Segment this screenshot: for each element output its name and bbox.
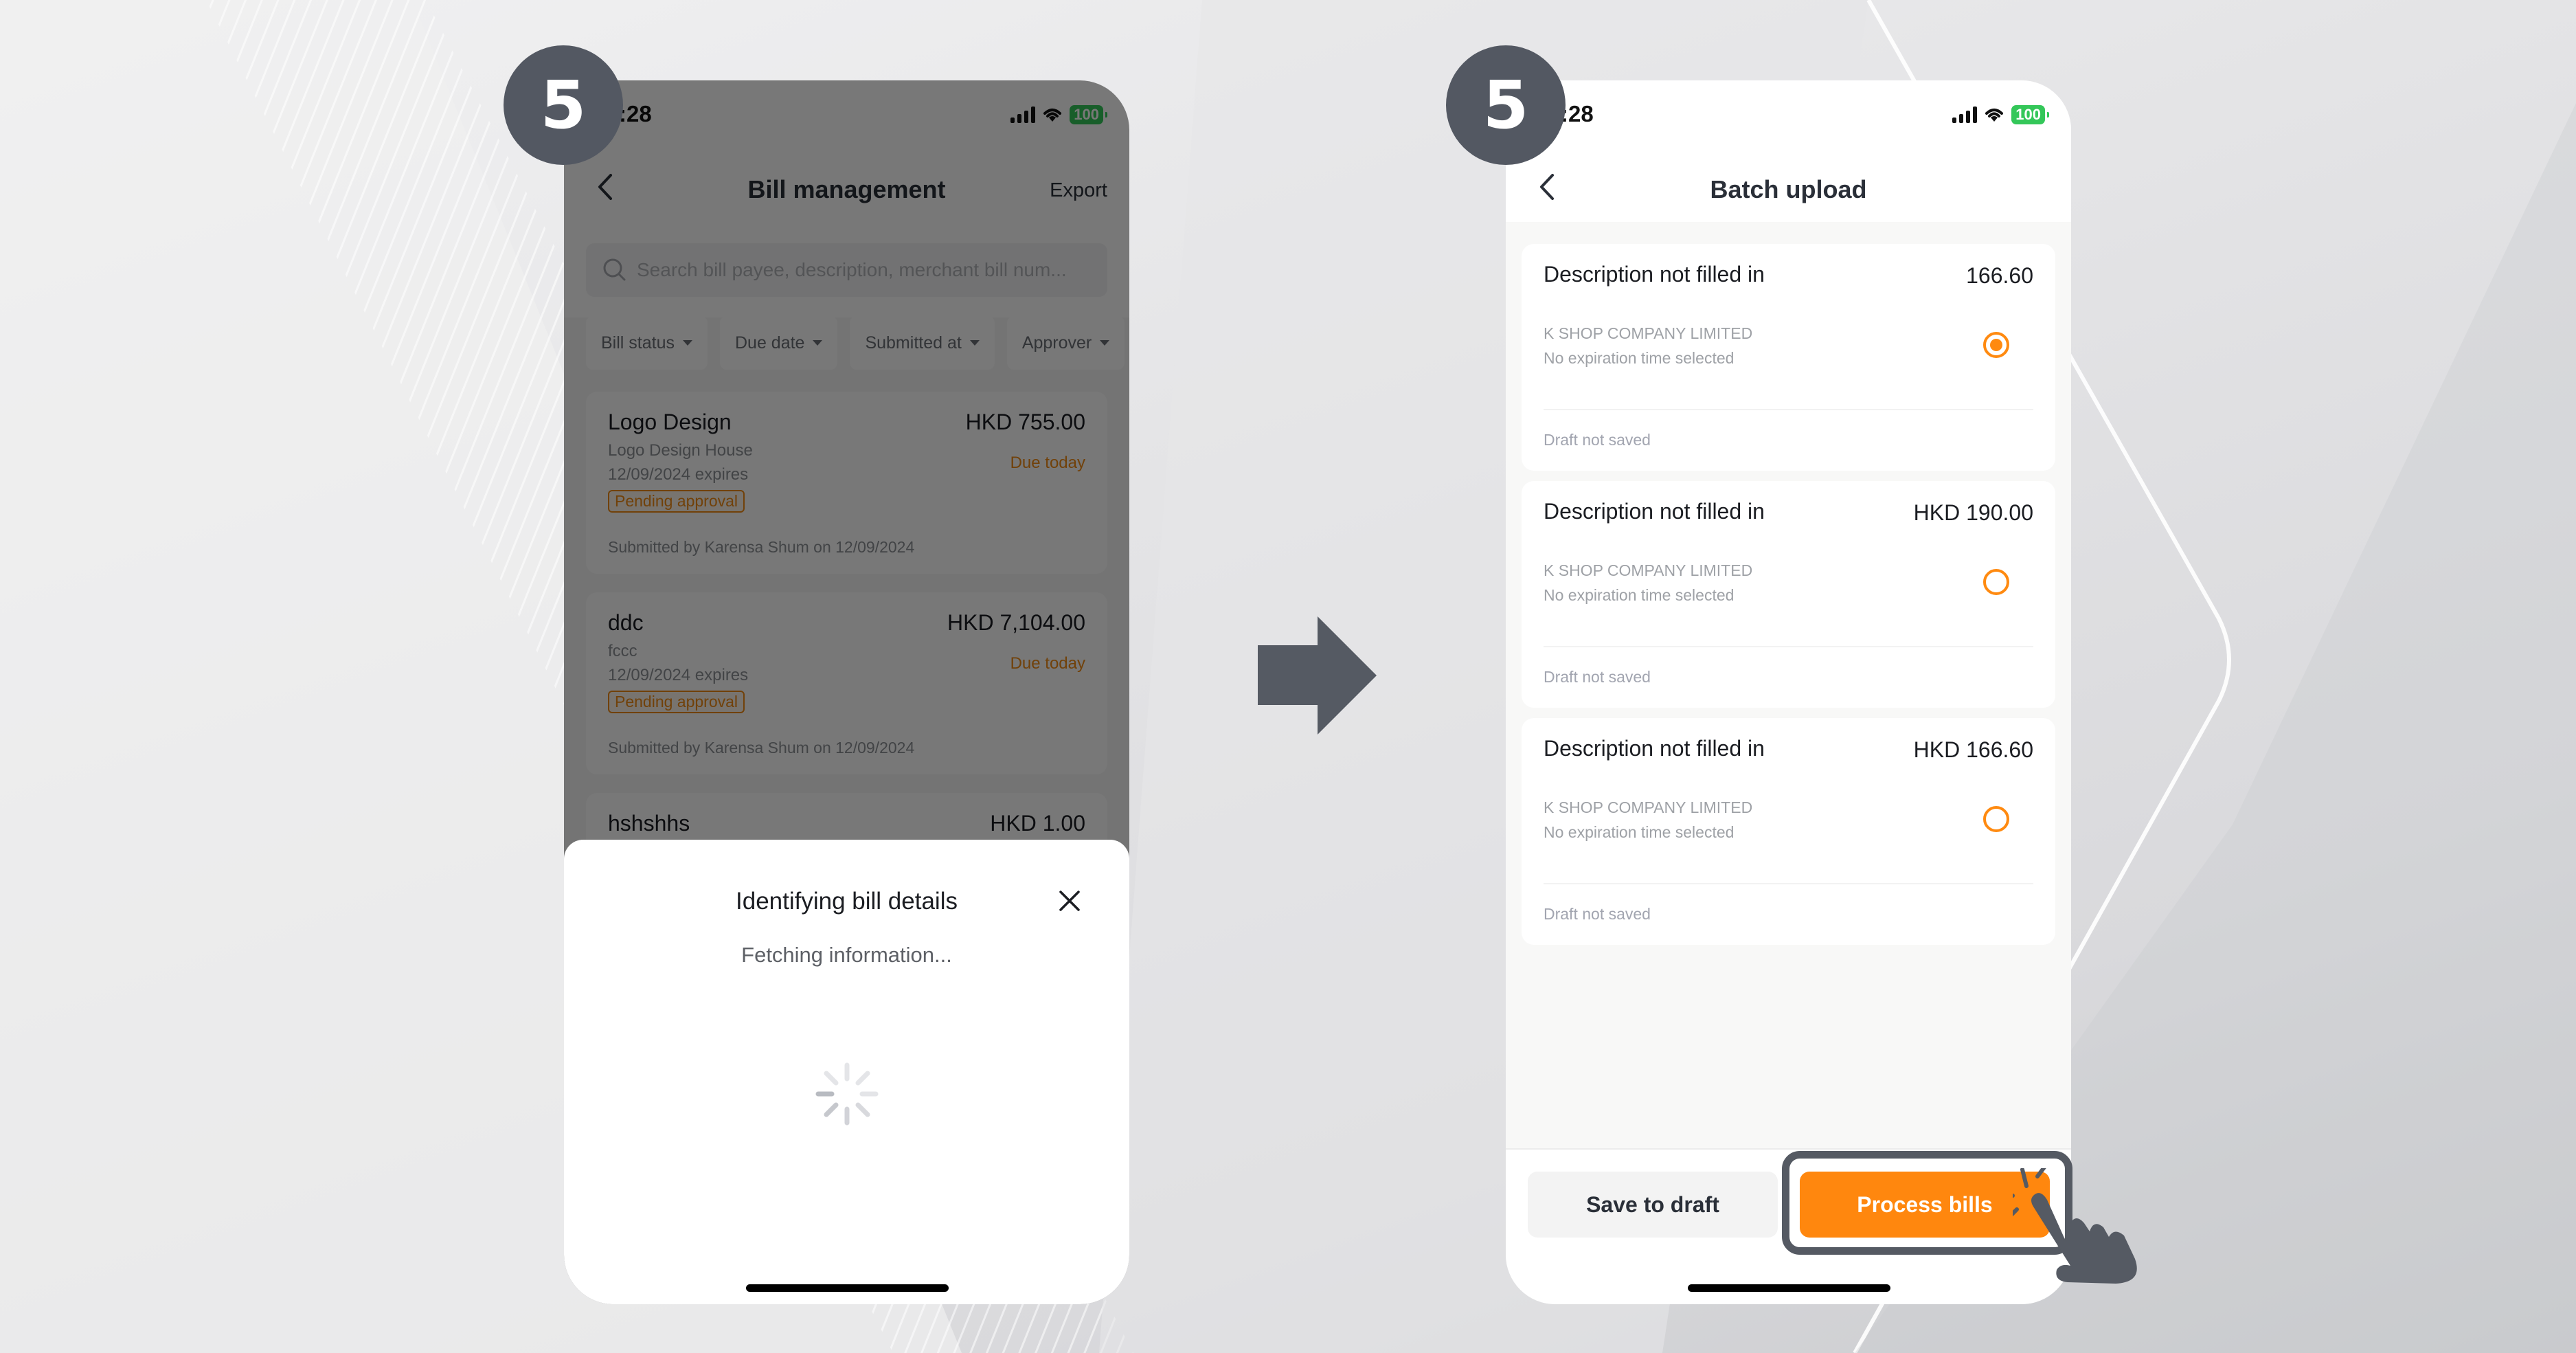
bill-select-radio[interactable] bbox=[1983, 569, 2009, 595]
batch-bill-card[interactable]: Description not filled in HKD 166.60 K S… bbox=[1522, 718, 2055, 945]
divider bbox=[1544, 883, 2033, 884]
step-badge: 5 bbox=[1446, 45, 1566, 165]
bill-description: Description not filled in bbox=[1544, 262, 1765, 287]
bill-select-radio[interactable] bbox=[1983, 332, 2009, 358]
bill-expiration: No expiration time selected bbox=[1544, 586, 1735, 604]
identifying-bill-sheet: Identifying bill details Fetching inform… bbox=[564, 840, 1129, 1304]
status-time: :28 bbox=[1561, 101, 1594, 126]
arrow-right-icon bbox=[1258, 616, 1377, 735]
bill-company: K SHOP COMPANY LIMITED bbox=[1544, 561, 1753, 579]
divider bbox=[1544, 409, 2033, 410]
draft-status: Draft not saved bbox=[1544, 905, 1651, 923]
bill-expiration: No expiration time selected bbox=[1544, 349, 1735, 367]
bill-company: K SHOP COMPANY LIMITED bbox=[1544, 798, 1753, 816]
bill-description: Description not filled in bbox=[1544, 499, 1765, 524]
phone-batch-upload: :28 100 Batch upload Description not fil… bbox=[1506, 80, 2071, 1304]
close-icon[interactable] bbox=[1058, 889, 1081, 913]
sheet-title: Identifying bill details bbox=[736, 888, 958, 915]
phone-bill-management: :28 100 Bill management Export Bill stat… bbox=[564, 80, 1129, 1304]
bill-amount: 166.60 bbox=[1966, 263, 2033, 288]
step-badge: 5 bbox=[504, 45, 623, 165]
bill-select-radio[interactable] bbox=[1983, 806, 2009, 832]
batch-bill-card[interactable]: Description not filled in 166.60 K SHOP … bbox=[1522, 244, 2055, 471]
battery-icon: 100 bbox=[2011, 105, 2049, 124]
signal-icon bbox=[1952, 107, 1978, 123]
sheet-subtitle: Fetching information... bbox=[741, 943, 952, 967]
save-to-draft-button[interactable]: Save to draft bbox=[1528, 1172, 1778, 1238]
wifi-icon bbox=[1985, 109, 2004, 122]
batch-bill-list: Description not filled in 166.60 K SHOP … bbox=[1506, 222, 2071, 1148]
home-indicator bbox=[1687, 1284, 1890, 1292]
divider bbox=[1544, 646, 2033, 647]
batch-bill-card[interactable]: Description not filled in HKD 190.00 K S… bbox=[1522, 481, 2055, 708]
home-indicator bbox=[745, 1284, 949, 1292]
bill-description: Description not filled in bbox=[1544, 736, 1765, 761]
bill-amount: HKD 166.60 bbox=[1913, 737, 2033, 762]
spinner-icon bbox=[815, 1062, 878, 1126]
draft-status: Draft not saved bbox=[1544, 431, 1651, 449]
bill-expiration: No expiration time selected bbox=[1544, 823, 1735, 841]
nav-bar: Batch upload bbox=[1506, 149, 2071, 222]
bill-company: K SHOP COMPANY LIMITED bbox=[1544, 324, 1753, 342]
status-bar: :28 100 bbox=[1506, 80, 2071, 149]
bill-amount: HKD 190.00 bbox=[1913, 500, 2033, 525]
page-title: Batch upload bbox=[1710, 175, 1867, 203]
draft-status: Draft not saved bbox=[1544, 668, 1651, 686]
hand-pointer-icon bbox=[2013, 1168, 2137, 1284]
